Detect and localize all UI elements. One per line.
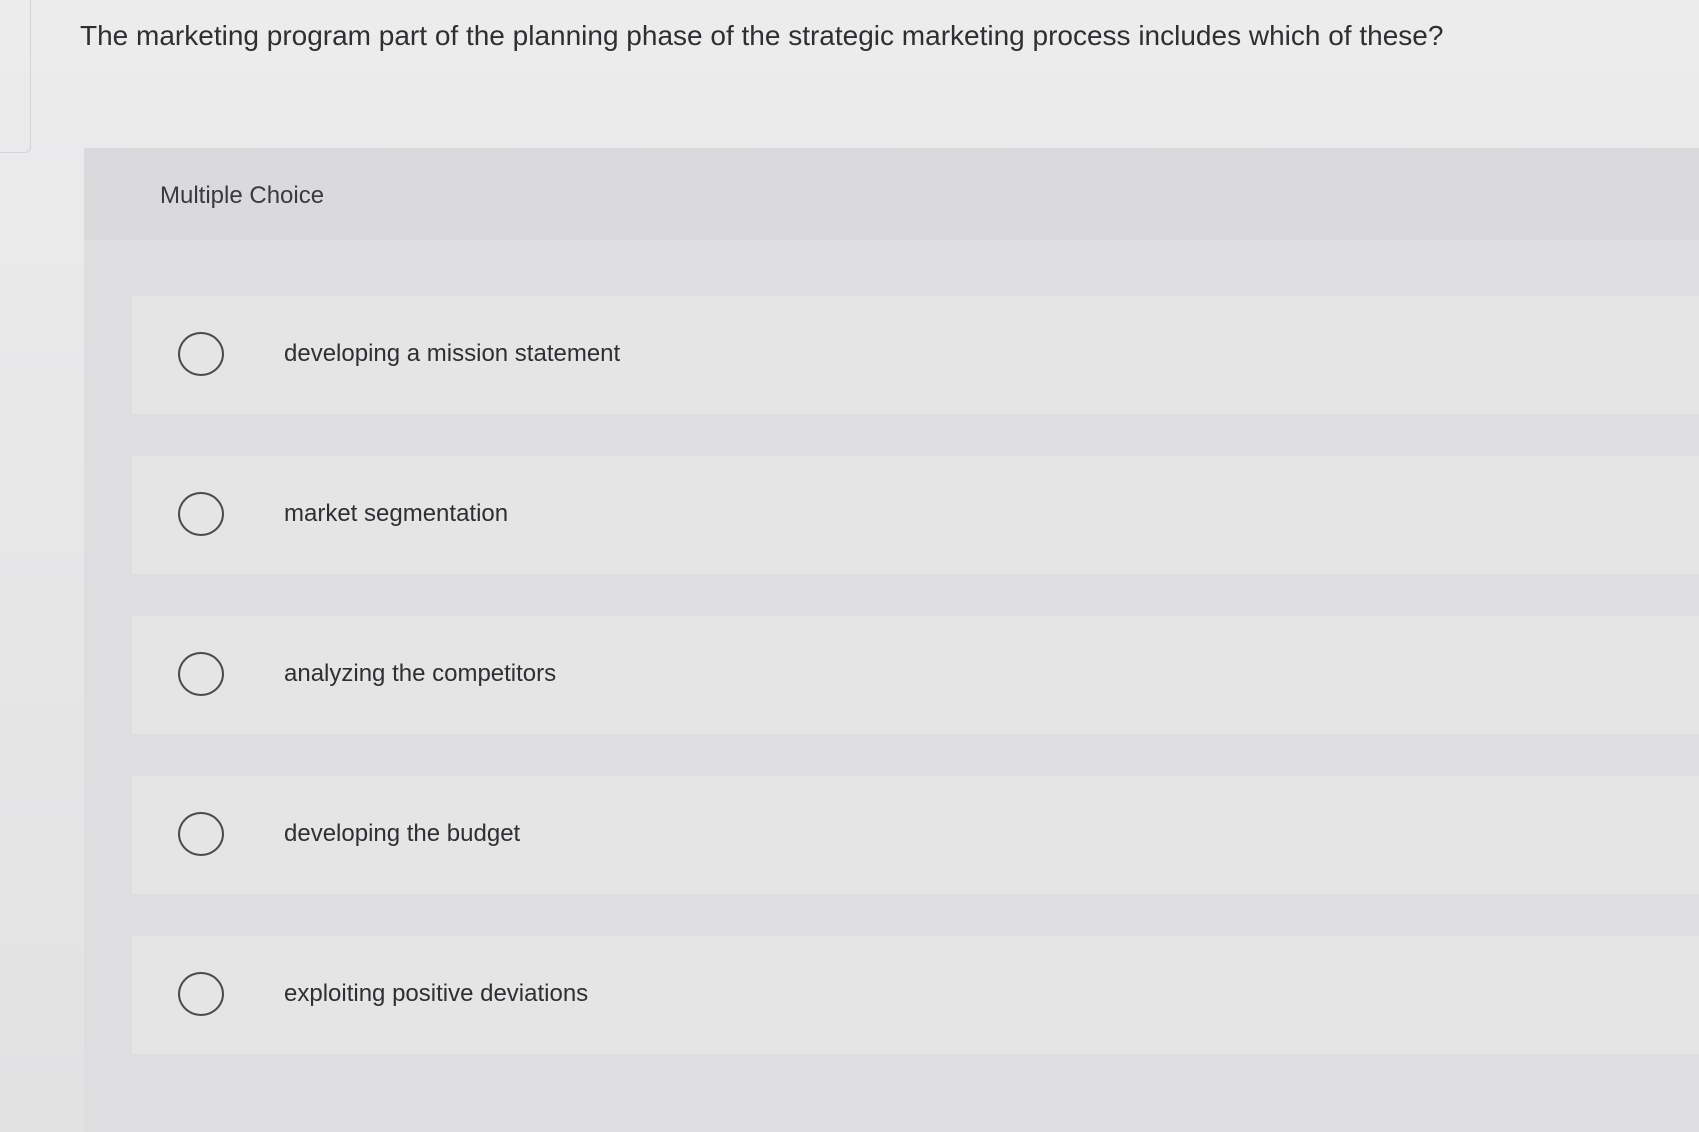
option-label: market segmentation [284,500,509,527]
options-list: developing a mission statement market se… [132,296,1699,1096]
option-analyzing-competitors[interactable]: analyzing the competitors [132,616,1699,734]
radio-button-icon[interactable] [178,492,224,536]
option-label: developing a mission statement [284,340,621,367]
option-mission-statement[interactable]: developing a mission statement [132,296,1699,414]
question-text: The marketing program part of the planni… [80,20,1444,51]
choice-header: Multiple Choice [84,148,1699,240]
radio-button-icon[interactable] [178,332,224,376]
option-market-segmentation[interactable]: market segmentation [132,456,1699,574]
multiple-choice-label: Multiple Choice [160,182,325,209]
option-label: exploiting positive deviations [284,980,589,1007]
radio-button-icon[interactable] [178,652,224,696]
radio-button-icon[interactable] [178,812,224,856]
option-label: analyzing the competitors [284,660,557,687]
option-positive-deviations[interactable]: exploiting positive deviations [132,936,1699,1054]
quiz-page: The marketing program part of the planni… [0,0,1699,1132]
radio-button-icon[interactable] [178,972,224,1016]
option-label: developing the budget [284,820,521,847]
multiple-choice-panel: Multiple Choice developing a mission sta… [84,148,1699,1132]
left-panel-edge [0,0,31,153]
option-developing-budget[interactable]: developing the budget [132,776,1699,894]
